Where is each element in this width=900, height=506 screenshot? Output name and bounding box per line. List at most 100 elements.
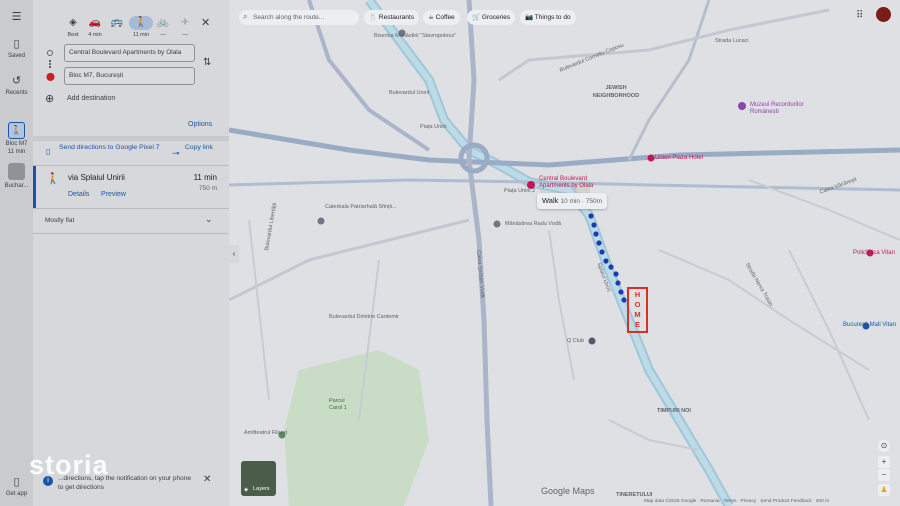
- close-icon: ✕: [201, 17, 211, 29]
- mode-flight[interactable]: ✈ —: [174, 16, 196, 38]
- walk-icon: 🚶: [46, 173, 60, 185]
- scale-label[interactable]: 200 m: [816, 499, 829, 504]
- home-marker-letter: M: [634, 310, 641, 319]
- preview-button[interactable]: Preview: [101, 191, 126, 198]
- origin-marker-icon: [47, 50, 53, 56]
- saved-button[interactable]: ▯ Saved: [0, 38, 33, 60]
- recent-item-bloc-m7[interactable]: 🚶 Bloc M7 11 min: [0, 122, 33, 156]
- get-app-label: Get app: [5, 491, 28, 497]
- mode-walk[interactable]: 🚶 11 min: [129, 16, 153, 38]
- chip-groceries[interactable]: 🛒 Groceries: [467, 10, 516, 25]
- map-poi-union-plaza[interactable]: Union Plaza Hotel: [655, 155, 703, 161]
- chip-coffee[interactable]: ☕ Coffee: [423, 10, 460, 25]
- map-label-timpuri-noi: TIMPURI NOI: [657, 408, 691, 414]
- map-label-strada-lucaci: Strada Lucaci: [715, 38, 749, 44]
- mode-transit[interactable]: 🚌: [106, 16, 128, 32]
- map-canvas[interactable]: Search along the route... ⌕ 🍴 Restaurant…: [229, 0, 900, 506]
- walk-callout[interactable]: Walk 10 min · 750m: [537, 193, 608, 209]
- bike-icon: 🚲: [156, 17, 170, 28]
- chevron-left-icon: ‹: [232, 249, 236, 258]
- layers-icon: ◈: [244, 487, 249, 493]
- copy-link-button[interactable]: Copy link: [185, 143, 215, 152]
- google-maps-logo: Google Maps: [541, 486, 595, 496]
- map-poi-policlinica[interactable]: Policlinica Vitan: [853, 250, 895, 256]
- map-label-manastirea: Mănăstirea Radu Vodă: [505, 221, 561, 227]
- mode-drive[interactable]: 🚗 4 min: [84, 16, 106, 38]
- collapse-panel-button[interactable]: ‹: [229, 245, 239, 263]
- mode-label: 4 min: [88, 32, 102, 38]
- search-along-route-input[interactable]: Search along the route...: [239, 10, 359, 25]
- footer-attribution: Map data ©2026 Google: [644, 499, 697, 504]
- search-icon: ⌕: [243, 12, 248, 21]
- place-thumbnail: [8, 163, 25, 180]
- map-poi-bucuresti-mall[interactable]: București Mall Vitan: [843, 322, 896, 328]
- map-poi-central-boulevard[interactable]: Central Boulevard Apartments by Olala: [539, 176, 609, 190]
- route-via: via Splaiul Unirii: [68, 173, 125, 182]
- map-roads: [229, 0, 900, 506]
- options-button[interactable]: Options: [188, 121, 212, 128]
- chip-things-to-do[interactable]: 📷 Things to do: [520, 10, 576, 25]
- terrain-label: Mostly flat: [45, 217, 75, 224]
- destination-pin-icon: ⬤: [46, 72, 55, 81]
- mode-best[interactable]: ◈ Best: [62, 16, 84, 38]
- layers-label: Layers: [253, 486, 270, 492]
- mode-bike[interactable]: 🚲 —: [152, 16, 174, 38]
- pegman-button[interactable]: ♟: [878, 484, 890, 496]
- notice-close-button[interactable]: ✕: [203, 474, 211, 485]
- section-divider: [33, 136, 229, 141]
- plane-icon: ✈: [180, 17, 190, 28]
- map-label-biserica: Biserica Mănăstirii "Stavropoleos": [374, 33, 457, 39]
- left-rail: ☰ ▯ Saved ↺ Recents 🚶 Bloc M7 11 min Buc…: [0, 0, 33, 506]
- directions-panel: ◈ Best 🚗 4 min 🚌 🚶 11 min 🚲 — ✈ — ✕ ⬤ Ce…: [29, 0, 229, 506]
- mode-label: 11 min: [132, 32, 150, 38]
- details-button[interactable]: Details: [68, 191, 89, 198]
- menu-button[interactable]: ☰: [0, 11, 33, 23]
- walk-callout-detail: 10 min · 750m: [560, 198, 603, 205]
- footer-privacy-link[interactable]: Privacy: [741, 499, 757, 504]
- footer-feedback-link[interactable]: Send Product Feedback: [760, 499, 811, 504]
- close-icon: ✕: [203, 474, 212, 485]
- route-card[interactable]: 🚶 via Splaiul Unirii 11 min 750 m Detail…: [33, 166, 229, 208]
- divider: [33, 233, 229, 234]
- send-to-phone-icon: ▯: [46, 147, 51, 156]
- close-button[interactable]: ✕: [201, 16, 210, 29]
- divider: [33, 208, 229, 209]
- fork-knife-icon: 🍴: [369, 14, 379, 21]
- layers-button[interactable]: ◈ Layers: [241, 461, 276, 496]
- swap-icon: ⇅: [203, 57, 212, 68]
- map-footer: Map data ©2026 Google Romania Terms Priv…: [644, 499, 829, 504]
- directions-icon: ◈: [69, 17, 77, 28]
- recent-item-bucharest[interactable]: Buchar...: [0, 163, 33, 190]
- add-destination-button[interactable]: Add destination: [67, 95, 115, 102]
- map-label-qclub: Q Club: [567, 338, 585, 344]
- map-label-piata-unirii-2: Piața Unirii 2: [504, 188, 536, 194]
- footer-terms-link[interactable]: Terms: [723, 499, 736, 504]
- zoom-out-button[interactable]: −: [878, 469, 890, 481]
- map-label-jewish-neighborhood: JEWISH NEIGHBORHOOD: [592, 85, 640, 99]
- origin-input[interactable]: Central Boulevard Apartments by Olala: [64, 44, 195, 62]
- recents-button[interactable]: ↺ Recents: [0, 75, 33, 97]
- footer-region[interactable]: Romania: [700, 499, 719, 504]
- avatar[interactable]: [876, 7, 891, 22]
- send-directions-link[interactable]: Send directions to Google Pixel 7: [59, 143, 161, 152]
- map-label-blvd-unirii: Bulevardul Unirii: [389, 90, 430, 96]
- apps-grid-button[interactable]: ⠿: [856, 10, 863, 21]
- expand-button[interactable]: ⌄: [205, 214, 213, 225]
- destination-input[interactable]: Bloc M7, București: [64, 67, 195, 85]
- car-icon: 🚗: [88, 17, 102, 28]
- mode-label: —: [182, 32, 188, 38]
- walk-icon: 🚶: [129, 16, 153, 30]
- chip-restaurants[interactable]: 🍴 Restaurants: [364, 10, 419, 25]
- recent-item-subtitle: 11 min: [7, 149, 26, 155]
- menu-icon: ☰: [11, 11, 22, 23]
- map-poi-muzeu[interactable]: Muzeul Recordurilor Românești: [750, 102, 820, 116]
- add-destination-icon[interactable]: ⊕: [45, 92, 54, 105]
- map-label-piata-unirii: Piața Unirii: [420, 124, 447, 130]
- zoom-in-button[interactable]: +: [878, 456, 890, 468]
- map-label-catedrala: Catedrala Patriarhală Sfinții...: [325, 204, 397, 210]
- route-time: 11 min: [193, 173, 217, 182]
- swap-button[interactable]: ⇅: [203, 57, 211, 68]
- grid-icon: ⠿: [856, 10, 864, 21]
- my-location-button[interactable]: ⊙: [878, 440, 890, 452]
- mode-label: —: [160, 32, 166, 38]
